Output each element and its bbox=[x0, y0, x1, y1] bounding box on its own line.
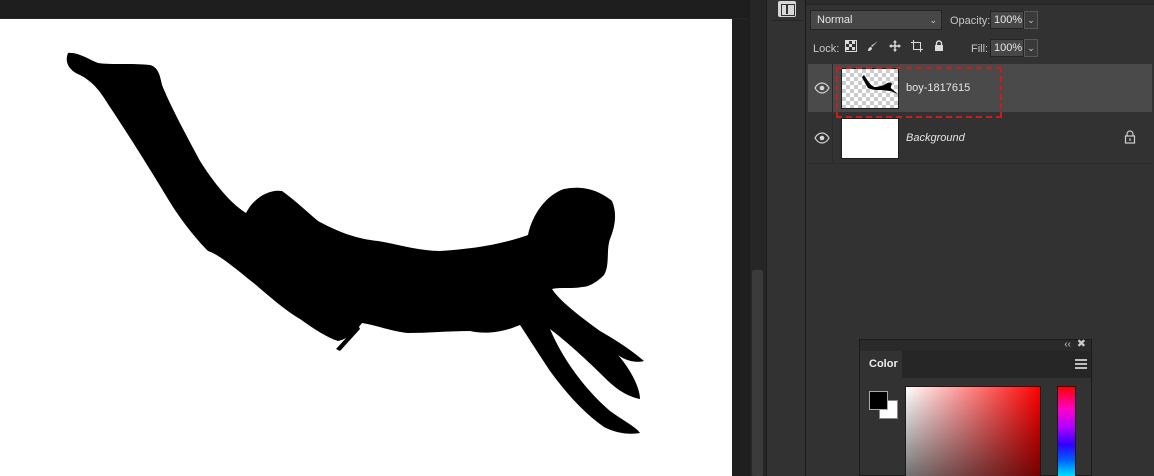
opacity-dropdown-button[interactable]: ⌄ bbox=[1024, 11, 1038, 29]
fill-value: 100% bbox=[994, 42, 1023, 54]
chevron-down-icon: ⌄ bbox=[1027, 43, 1035, 53]
close-icon[interactable]: ✖ bbox=[1077, 339, 1086, 350]
lock-all-icon[interactable] bbox=[931, 40, 947, 56]
vertical-scrollbar-thumb[interactable] bbox=[752, 270, 763, 476]
fill-input[interactable]: 100% bbox=[990, 39, 1024, 57]
color-panel: ‹‹ ✖ Color bbox=[859, 339, 1092, 476]
blend-mode-value: Normal bbox=[817, 14, 853, 26]
layer-row-divider bbox=[832, 114, 833, 162]
layers-panel-header-edge bbox=[806, 0, 1154, 5]
layer-thumbnail[interactable] bbox=[841, 68, 899, 109]
document-canvas[interactable] bbox=[0, 19, 732, 476]
layer-name[interactable]: Background bbox=[906, 131, 965, 145]
eye-icon[interactable] bbox=[814, 80, 830, 96]
blend-mode-dropdown[interactable]: Normal ⌄ bbox=[810, 10, 942, 30]
layer-row-divider bbox=[832, 64, 833, 112]
dock-separator bbox=[771, 20, 803, 21]
hue-slider[interactable] bbox=[1057, 386, 1076, 476]
photoshop-window: Normal ⌄ Opacity: 100% ⌄ Lock: Fill: 100… bbox=[0, 0, 1154, 476]
hamburger-menu-icon[interactable] bbox=[1075, 359, 1087, 369]
layers-list-bottom-divider bbox=[808, 163, 1152, 164]
chevron-down-icon: ⌄ bbox=[929, 15, 937, 25]
lock-artboard-icon[interactable] bbox=[909, 40, 925, 56]
lock-image-pixels-brush-icon[interactable] bbox=[865, 40, 881, 56]
tab-color[interactable]: Color bbox=[860, 351, 902, 378]
layer-row-background[interactable]: Background bbox=[808, 114, 1152, 162]
foreground-color-swatch[interactable] bbox=[869, 391, 888, 410]
panel-icon-dock bbox=[766, 0, 806, 476]
lock-transparent-pixels-icon[interactable] bbox=[843, 40, 859, 56]
lock-label: Lock: bbox=[813, 43, 840, 55]
grid-panel-icon[interactable] bbox=[778, 1, 796, 17]
color-picker-field[interactable] bbox=[905, 386, 1041, 476]
canvas-gutter bbox=[732, 19, 749, 476]
color-panel-tab-strip: Color bbox=[860, 351, 1091, 378]
fill-dropdown-button[interactable]: ⌄ bbox=[1024, 39, 1038, 57]
layer-row-boy[interactable]: boy-1817615 bbox=[808, 64, 1152, 112]
document-top-strip bbox=[0, 0, 766, 18]
color-panel-title-bar[interactable]: ‹‹ ✖ bbox=[860, 339, 1091, 351]
opacity-value: 100% bbox=[994, 14, 1023, 26]
layer-name[interactable]: boy-1817615 bbox=[906, 81, 970, 95]
lock-icon[interactable] bbox=[1124, 130, 1138, 146]
opacity-label: Opacity: bbox=[950, 15, 991, 27]
opacity-input[interactable]: 100% bbox=[990, 11, 1024, 29]
fill-label: Fill: bbox=[971, 43, 989, 55]
lock-position-move-icon[interactable] bbox=[887, 40, 903, 56]
double-chevron-left-icon[interactable]: ‹‹ bbox=[1064, 339, 1071, 350]
eye-icon[interactable] bbox=[814, 130, 830, 146]
tab-color-label: Color bbox=[869, 358, 898, 370]
chevron-down-icon: ⌄ bbox=[1027, 15, 1035, 25]
diver-silhouette bbox=[66, 52, 645, 434]
layer-thumbnail[interactable] bbox=[841, 118, 899, 159]
